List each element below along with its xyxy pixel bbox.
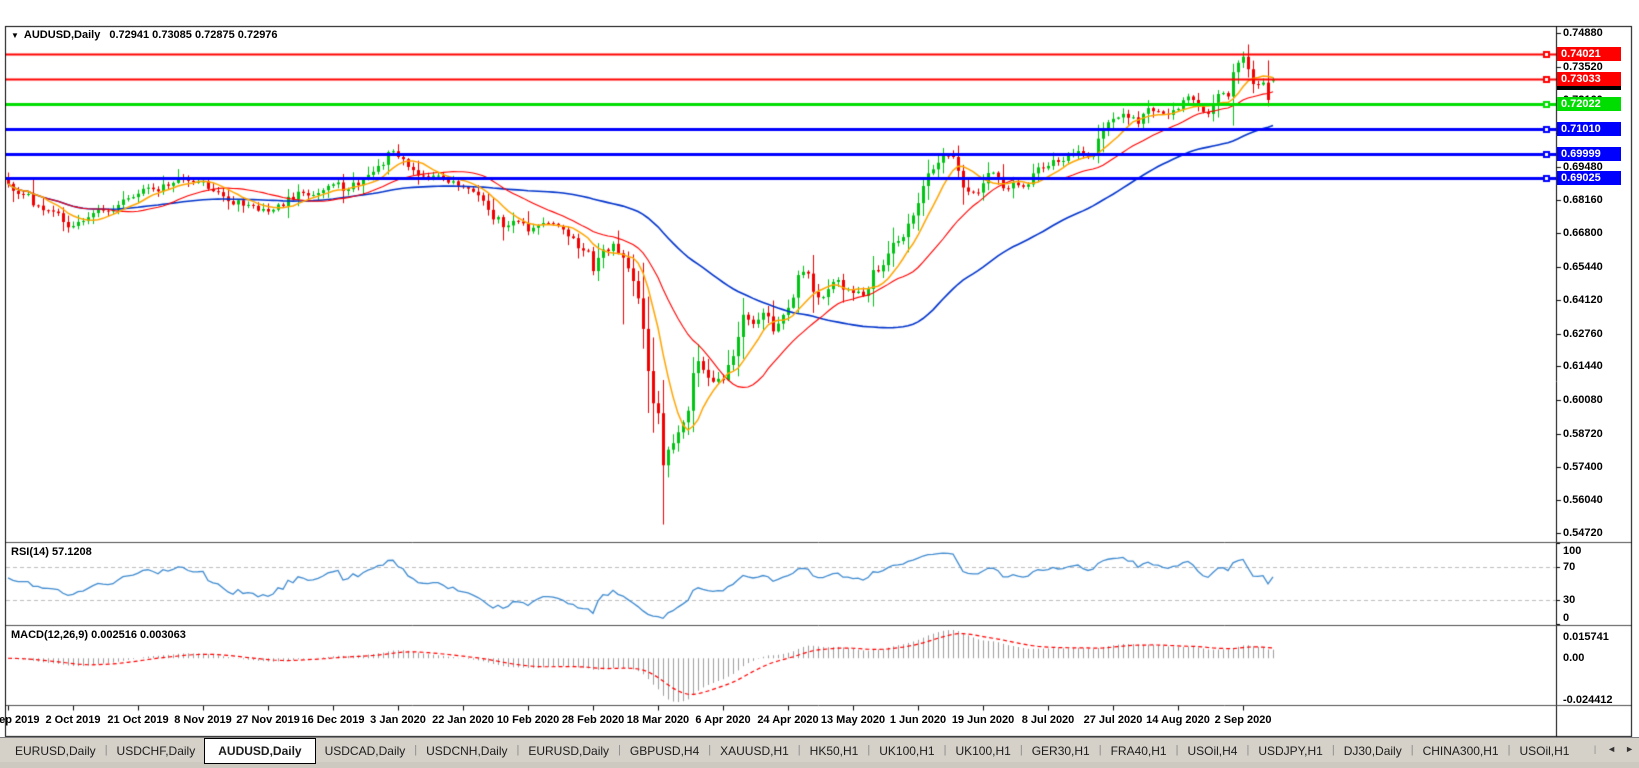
price-tick-label: 0.62760 — [1563, 328, 1603, 340]
tab-usoil-h4[interactable]: USOil,H4 — [1178, 740, 1246, 763]
tab-arrows-divider: | — [1594, 744, 1596, 754]
price-tick-label: 0.64120 — [1563, 294, 1603, 306]
tab-audusd-daily[interactable]: AUDUSD,Daily — [204, 738, 315, 764]
price-tick-label: 0.68160 — [1563, 194, 1603, 206]
tab-gbpusd-h4[interactable]: GBPUSD,H4 — [621, 740, 708, 763]
macd-scale-label: -0.024412 — [1563, 694, 1613, 706]
price-tick-label: 0.58720 — [1563, 428, 1603, 440]
rsi-label: RSI(14) 57.1208 — [11, 546, 92, 558]
tab-scroll-arrows: | ◄ ► — [1594, 744, 1634, 754]
tab-usoil-h1[interactable]: USOil,H1 — [1510, 740, 1578, 763]
tab-hk50-h1[interactable]: HK50,H1 — [801, 740, 868, 763]
chart-tabbar: EURUSD,Daily|USDCHF,DailyAUDUSD,DailyUSD… — [0, 737, 1639, 768]
price-tick-label: 0.65440 — [1563, 261, 1603, 273]
chart-canvas[interactable] — [0, 0, 1639, 768]
tab-dj30-daily[interactable]: DJ30,Daily — [1335, 740, 1411, 763]
tab-fra40-h1[interactable]: FRA40,H1 — [1102, 740, 1176, 763]
hline-price-label[interactable]: 0.72022 — [1557, 97, 1621, 111]
hline-price-label[interactable]: 0.69025 — [1557, 171, 1621, 185]
tab-usdcnh-daily[interactable]: USDCNH,Daily — [417, 740, 516, 763]
price-tick-label: 0.61440 — [1563, 360, 1603, 372]
tab-usdchf-daily[interactable]: USDCHF,Daily — [108, 740, 205, 763]
tab-ger30-h1[interactable]: GER30,H1 — [1023, 740, 1099, 763]
tab-usdjpy-h1[interactable]: USDJPY,H1 — [1249, 740, 1331, 763]
chart-symbol: AUDUSD,Daily — [24, 29, 100, 41]
tab-china300-h1[interactable]: CHINA300,H1 — [1414, 740, 1508, 763]
price-tick-label: 0.74880 — [1563, 27, 1603, 39]
chart-ohlc-values: 0.72941 0.73085 0.72875 0.72976 — [109, 29, 277, 41]
hline-price-label[interactable]: 0.73033 — [1557, 72, 1621, 86]
mt4-window: ▼ M1M5M15M30H1H4D1W1MN ▼AUDUSD,Daily0.72… — [0, 0, 1639, 768]
price-tick-label: 0.66800 — [1563, 227, 1603, 239]
tab-eurusd-daily[interactable]: EURUSD,Daily — [6, 740, 105, 763]
macd-scale-label: 0.015741 — [1563, 631, 1609, 643]
hline-price-label[interactable]: 0.74021 — [1557, 47, 1621, 61]
collapse-icon[interactable]: ▼ — [11, 31, 19, 40]
tab-eurusd-daily[interactable]: EURUSD,Daily — [519, 740, 618, 763]
price-tick-label: 0.60080 — [1563, 394, 1603, 406]
rsi-scale-label: 70 — [1563, 561, 1575, 573]
tab-xauusd-h1[interactable]: XAUUSD,H1 — [711, 740, 798, 763]
macd-scale-label: 0.00 — [1563, 652, 1584, 664]
chart-tabs: EURUSD,Daily|USDCHF,DailyAUDUSD,DailyUSD… — [6, 740, 1578, 764]
tab-scroll-left-icon[interactable]: ◄ — [1607, 744, 1616, 754]
macd-label: MACD(12,26,9) 0.002516 0.003063 — [11, 629, 186, 641]
tab-scroll-right-icon[interactable]: ► — [1625, 744, 1634, 754]
tab-usdcad-daily[interactable]: USDCAD,Daily — [316, 740, 415, 763]
hline-price-label[interactable]: 0.71010 — [1557, 122, 1621, 136]
hline-price-label[interactable]: 0.69999 — [1557, 147, 1621, 161]
tab-uk100-h1[interactable]: UK100,H1 — [870, 740, 943, 763]
rsi-scale-label: 0 — [1563, 612, 1569, 624]
price-tick-label: 0.57400 — [1563, 461, 1603, 473]
chart-title: ▼ AUDUSD,Daily 0.72941 0.73085 0.72875 0.7… — [11, 29, 278, 41]
rsi-scale-label: 30 — [1563, 594, 1575, 606]
price-tick-label: 0.54720 — [1563, 527, 1603, 539]
rsi-scale-label: 100 — [1563, 545, 1581, 557]
date-label: 2 Sep 2020 — [1198, 714, 1288, 726]
tab-uk100-h1[interactable]: UK100,H1 — [946, 740, 1019, 763]
price-tick-label: 0.56040 — [1563, 494, 1603, 506]
